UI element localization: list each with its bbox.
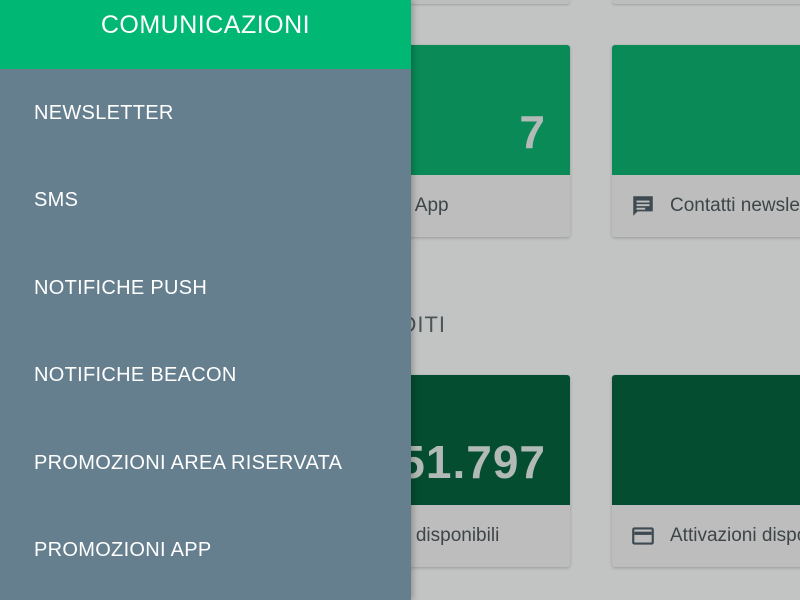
drawer-item-reserved-area-promotions[interactable]: PROMOZIONI AREA RISERVATA — [0, 420, 411, 508]
top-card-edge — [612, 0, 800, 4]
drawer-item-beacon-notifications[interactable]: NOTIFICHE BEACON — [0, 332, 411, 420]
navigation-drawer: COMUNICAZIONI NEWSLETTER SMS NOTIFICHE P… — [0, 0, 411, 600]
chat-icon — [633, 196, 653, 216]
stat-card-value: 7 — [519, 106, 546, 158]
stat-card-label: d disponibili — [400, 525, 500, 546]
stat-card-footer: Contatti newslet — [612, 175, 800, 237]
drawer-item-sms[interactable]: SMS — [0, 157, 411, 245]
drawer-item-newsletter[interactable]: NEWSLETTER — [0, 69, 411, 157]
credit-card-icon — [632, 527, 654, 545]
drawer-title: COMUNICAZIONI — [0, 0, 411, 69]
stat-card-label: Contatti newslet — [670, 195, 800, 216]
drawer-item-app-promotions[interactable]: PROMOZIONI APP — [0, 507, 411, 595]
stat-card-newsletter[interactable]: Contatti newslet — [612, 45, 800, 237]
stat-card-label: Attivazioni dispo — [670, 525, 800, 546]
stat-card-head — [612, 45, 800, 175]
stat-card-activations[interactable]: Attivazioni dispo — [612, 375, 800, 567]
drawer-menu: NEWSLETTER SMS NOTIFICHE PUSH NOTIFICHE … — [0, 69, 411, 595]
stat-card-footer: Attivazioni dispo — [612, 505, 800, 567]
top-card-edge — [410, 0, 570, 4]
drawer-item-push-notifications[interactable]: NOTIFICHE PUSH — [0, 245, 411, 333]
stat-card-value: 51.797 — [399, 436, 546, 488]
stat-card-head — [612, 375, 800, 505]
